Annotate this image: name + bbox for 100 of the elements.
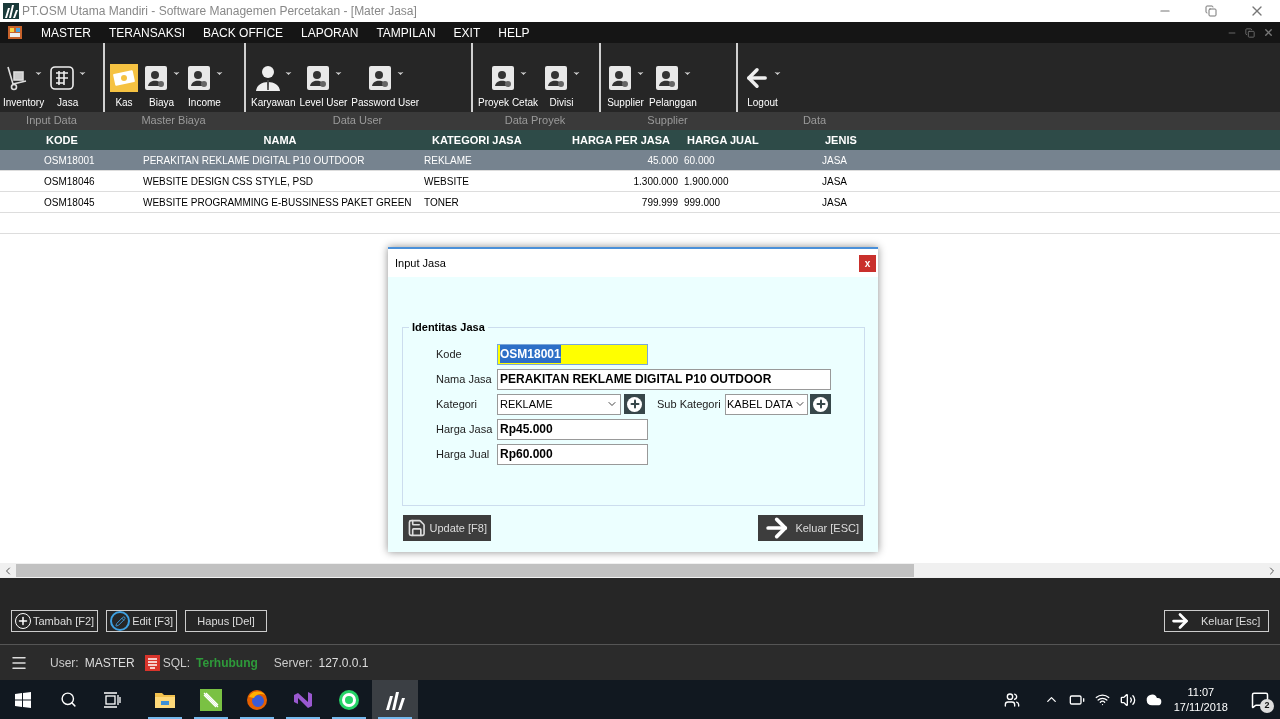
column-header: HARGA JUAL [686,132,760,148]
text-field[interactable]: Rp60.000 [497,443,648,465]
server-value: 127.0.0.1 [318,654,369,672]
user-value: MASTER [84,654,135,672]
window-title: PT.OSM Utama Mandiri - Software Managemen Percetakan - [Mater Jasa] [22,3,417,20]
field-label: Harga Jasa [436,421,494,437]
code-field[interactable]: OSM18001 [497,343,648,365]
toolbar-button[interactable]: Jasa [47,64,89,110]
app-logo-icon [3,3,19,19]
table-cell-text: OSM18001 [43,153,96,168]
scrollbar-thumb[interactable] [16,564,914,577]
table-cell-text: PERAKITAN REKLAME DIGITAL P10 OUTDOOR [142,153,366,168]
menu-item[interactable]: TAMPILAN [367,23,445,42]
folder-icon [154,690,176,709]
table-cell-text: REKLAME [423,153,473,168]
table-cell-text: JASA [821,174,848,189]
action-button[interactable]: Tambah [F2] [11,610,99,632]
table-cell-text: 1.300.000 [632,174,679,189]
column-header: JENIS [824,132,858,148]
database-icon [144,654,160,671]
table-cell-text: WEBSITE DESIGN CSS STYLE, PSD [142,174,315,189]
menu-item[interactable]: HELP [489,23,539,42]
horizontal-scrollbar[interactable] [0,563,1280,578]
menu-item[interactable]: LAPORAN [292,23,368,42]
field-label: Kategori [436,396,478,412]
group-label: Input Data [26,112,77,128]
menu-item[interactable]: EXIT [444,23,490,42]
toolbar-button[interactable]: Income [184,64,225,110]
taskbar-app[interactable] [372,680,418,719]
column-header: HARGA PER JASA [571,132,671,148]
clock-date: 17/11/2018 [1173,699,1228,715]
notification-badge: 2 [1260,699,1274,713]
menu-item[interactable]: MASTER [32,23,100,42]
category-dropdown[interactable]: REKLAME [497,393,621,415]
table-cell-text: OSM18046 [43,174,96,189]
action-button[interactable]: Edit [F3] [106,610,178,632]
group-label: Data User [332,112,383,128]
table-cell-text: WEBSITE [423,174,470,189]
table-row[interactable]: OSM18001 PERAKITAN REKLAME DIGITAL P10 OUTDOOR REKLAME 45.000 60.000 JASA [0,150,1280,171]
toolbar-button[interactable]: Inventory [2,64,46,110]
mdi-restore-icon[interactable] [1245,27,1255,38]
toolbar-button[interactable]: Proyek Cetak [477,64,540,110]
toolbar-button[interactable]: Kas [109,64,139,110]
wifi-icon[interactable] [1094,692,1110,707]
table-cell-text: OSM18045 [43,195,96,210]
text-field[interactable]: PERAKITAN REKLAME DIGITAL P10 OUTDOOR [497,368,831,390]
volume-icon[interactable] [1119,691,1136,708]
table-cell-text: 999.000 [683,195,722,210]
toolbar-button[interactable]: Password User [350,64,421,110]
table-cell-text: WEBSITE PROGRAMMING E-BUSSINESS PAKET GREEN [142,195,413,210]
exit-button[interactable]: Keluar [Esc] [1164,610,1269,632]
table-cell-text: 45.000 [646,153,679,168]
subcategory-dropdown[interactable]: KABEL DATA [725,393,808,415]
table-cell-text: 1.900.000 [683,174,730,189]
toolbar-button[interactable]: Divisi [541,64,583,110]
dialog-button[interactable]: Update [F8] [403,515,491,541]
toolbar-button[interactable]: Biaya [141,64,182,110]
dialog-button[interactable]: Keluar [ESC] [758,515,863,541]
people-icon[interactable] [1003,691,1020,708]
menu-item[interactable]: BACK OFFICE [194,23,293,42]
column-header: KATEGORI JASA [431,132,523,148]
table-cell-text: TONER [423,195,460,210]
bars-logo-icon [384,689,406,710]
server-label: Server: [273,654,313,672]
windows-icon [15,691,31,708]
add-subcategory-button[interactable] [810,394,831,414]
column-header: KODE [45,132,79,148]
menu-item[interactable]: TERANSAKSI [100,23,195,42]
user-label: User: [50,654,79,672]
clock-time: 11:07 [1187,684,1215,700]
sql-label: SQL: [162,654,191,672]
toolbar-button[interactable]: Level User [298,64,349,110]
task-view-icon [103,691,121,708]
notifications-button[interactable]: 2 [1240,680,1280,719]
right-arrow-icon [1169,610,1191,632]
mdi-close-icon[interactable] [1263,27,1274,38]
text-field[interactable]: Rp45.000 [497,418,648,440]
group-label: Data [802,112,827,128]
sql-status: Terhubung [196,654,258,672]
toolbar-button[interactable]: Supplier [605,64,646,110]
table-cell-text: JASA [821,195,848,210]
save-icon [407,517,427,539]
pen-nib-icon [200,688,222,711]
table-cell-text: 799.999 [640,195,679,210]
column-header: NAMA [262,132,298,148]
toolbar-button[interactable]: Pelanggan [648,64,698,110]
clock[interactable]: 11:07 17/11/2018 [1171,684,1230,715]
dialog-close-button[interactable]: x [859,254,876,272]
field-label: Harga Jual [436,446,491,462]
restore-icon [1205,5,1217,17]
field-label: Nama Jasa [436,371,493,387]
toolbar-button[interactable]: Logout [742,64,783,110]
action-button[interactable]: Hapus [Del] [185,610,268,632]
group-title: Identitas Jasa [411,320,486,335]
add-category-button[interactable] [624,394,645,414]
table-cell-text: 60.000 [683,153,716,168]
table-cell-text: JASA [821,153,848,168]
toolbar-button[interactable]: Karyawan [250,64,297,110]
app-menu-icon[interactable] [8,26,22,39]
field-label: Sub Kategori [657,396,722,412]
